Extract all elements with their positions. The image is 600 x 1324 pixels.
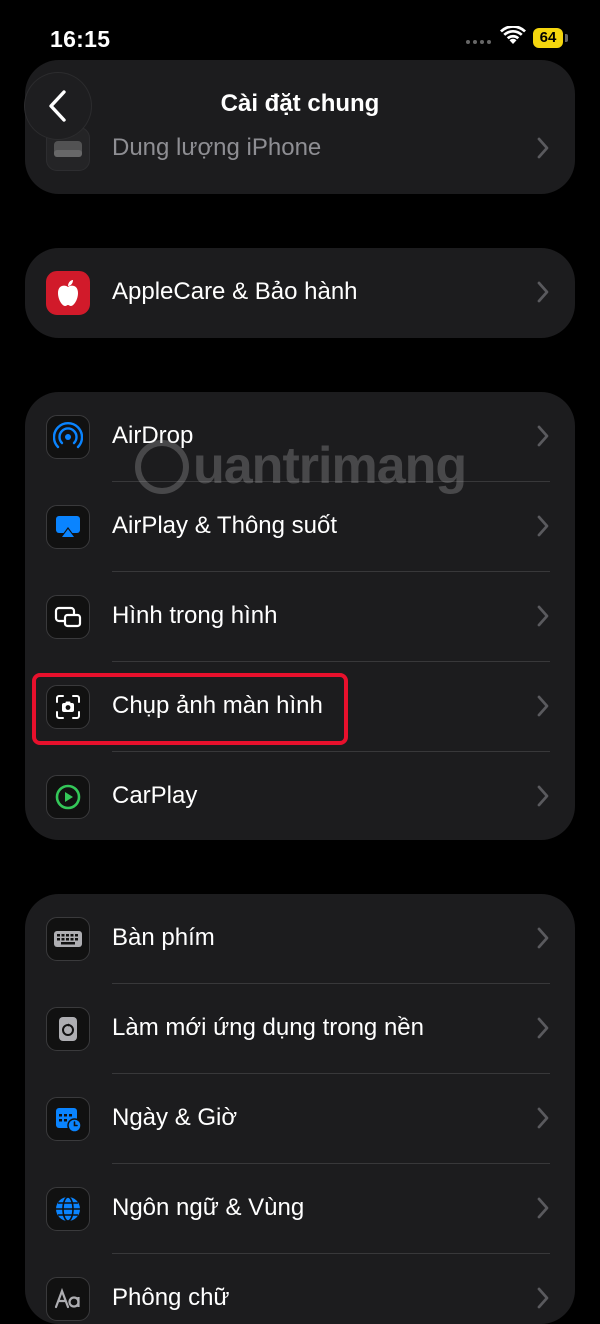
row-keyboard[interactable]: Bàn phím bbox=[25, 894, 575, 984]
chevron-right-icon bbox=[537, 695, 549, 717]
calendar-clock-icon bbox=[46, 1097, 90, 1141]
watermark-logo: uantrimang bbox=[135, 432, 485, 502]
row-date-time[interactable]: Ngày & Giờ bbox=[25, 1074, 575, 1164]
chevron-right-icon bbox=[537, 1017, 549, 1039]
battery-level: 64 bbox=[533, 28, 563, 48]
wifi-icon bbox=[500, 26, 526, 44]
row-label: AppleCare & Bảo hành bbox=[112, 278, 358, 305]
row-label: Làm mới ứng dụng trong nền bbox=[112, 1014, 424, 1041]
row-label: Hình trong hình bbox=[112, 602, 278, 629]
battery-tip bbox=[565, 34, 568, 42]
chevron-right-icon bbox=[537, 137, 549, 159]
chevron-right-icon bbox=[537, 1287, 549, 1309]
carplay-icon bbox=[46, 775, 90, 819]
row-label: AirPlay & Thông suốt bbox=[112, 512, 338, 539]
background-refresh-icon bbox=[46, 1007, 90, 1051]
chevron-right-icon bbox=[537, 1197, 549, 1219]
chevron-right-icon bbox=[537, 1107, 549, 1129]
watermark-bulb-icon bbox=[135, 440, 189, 494]
watermark-text: uantrimang bbox=[193, 437, 467, 495]
picture-in-picture-icon bbox=[46, 595, 90, 639]
chevron-right-icon bbox=[537, 515, 549, 537]
chevron-right-icon bbox=[537, 927, 549, 949]
row-fonts[interactable]: Phông chữ bbox=[25, 1254, 575, 1324]
row-applecare[interactable]: AppleCare & Bảo hành bbox=[25, 248, 575, 338]
highlight-box bbox=[32, 673, 348, 745]
page-title: Cài đặt chung bbox=[220, 90, 380, 117]
row-label: Phông chữ bbox=[112, 1284, 230, 1311]
row-label: CarPlay bbox=[112, 782, 198, 809]
applecare-card: AppleCare & Bảo hành bbox=[25, 248, 575, 338]
keyboard-icon bbox=[46, 917, 90, 961]
status-time: 16:15 bbox=[50, 26, 111, 52]
airplay-icon bbox=[46, 505, 90, 549]
system-card: Bàn phím Làm mới ứng dụng trong nền Ngày… bbox=[25, 894, 575, 1324]
row-background-refresh[interactable]: Làm mới ứng dụng trong nền bbox=[25, 984, 575, 1074]
chevron-right-icon bbox=[537, 281, 549, 303]
row-picture-in-picture[interactable]: Hình trong hình bbox=[25, 572, 575, 662]
font-icon bbox=[46, 1277, 90, 1321]
globe-icon bbox=[46, 1187, 90, 1231]
chevron-right-icon bbox=[537, 605, 549, 627]
cellular-signal-icon bbox=[466, 38, 492, 46]
airdrop-icon bbox=[46, 415, 90, 459]
row-carplay[interactable]: CarPlay bbox=[25, 752, 575, 840]
chevron-right-icon bbox=[537, 785, 549, 807]
row-label: Bàn phím bbox=[112, 924, 215, 951]
row-label: Ngôn ngữ & Vùng bbox=[112, 1194, 305, 1221]
row-language-region[interactable]: Ngôn ngữ & Vùng bbox=[25, 1164, 575, 1254]
row-label: Ngày & Giờ bbox=[112, 1104, 238, 1131]
row-label: Dung lượng iPhone bbox=[112, 134, 322, 161]
storage-card: Dung lượng iPhone bbox=[25, 60, 575, 194]
chevron-right-icon bbox=[537, 425, 549, 447]
apple-logo-icon bbox=[46, 271, 90, 315]
